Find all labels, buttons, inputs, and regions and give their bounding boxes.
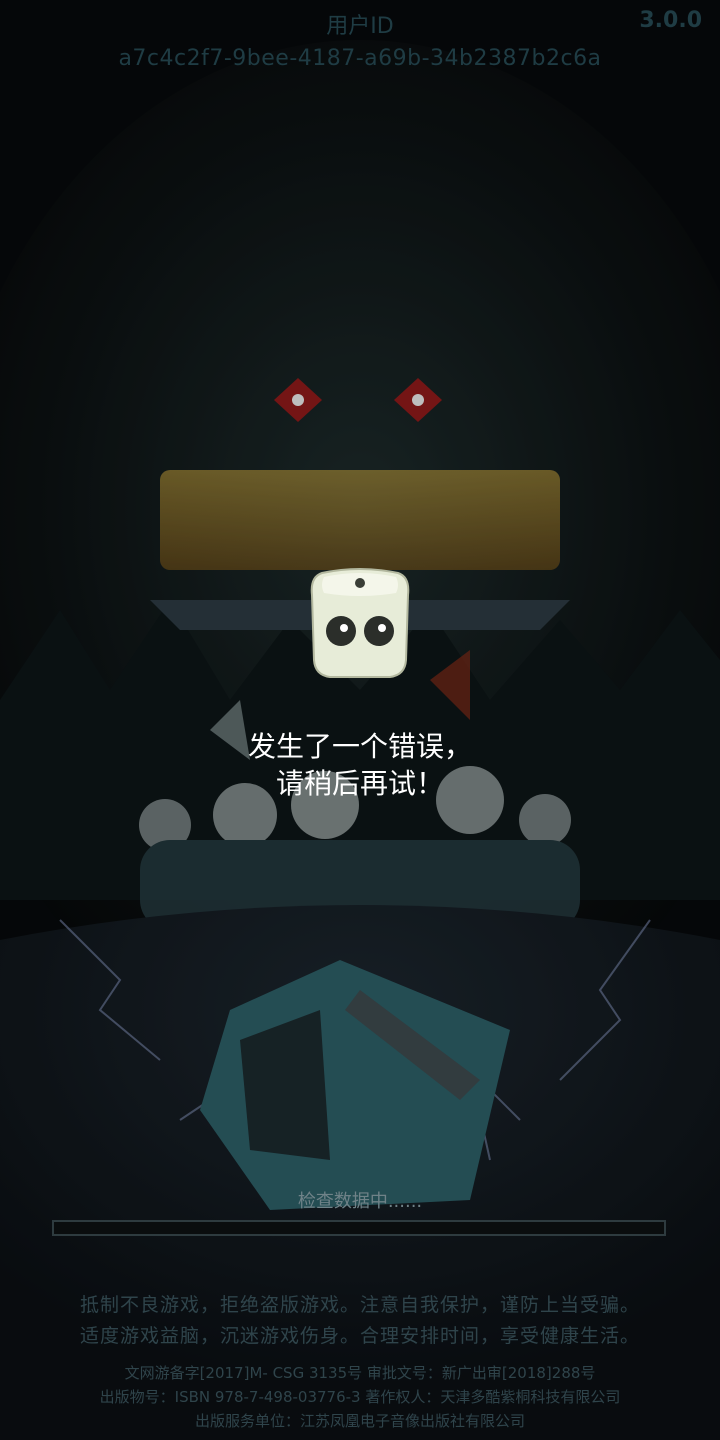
dice-mascot-icon xyxy=(310,568,410,678)
health-notice-line1: 抵制不良游戏，拒绝盗版游戏。注意自我保护，谨防上当受骗。 xyxy=(79,1294,640,1316)
health-notice-line2: 适度游戏益脑，沉迷游戏伤身。合理安排时间，享受健康生活。 xyxy=(79,1325,640,1347)
license-info-line1: 文网游备字[2017]M- CSG 3135号 审批文号：新广出审[2018]2… xyxy=(124,1364,596,1382)
version-label: 3.0.0 xyxy=(639,8,702,33)
user-id-label: 用户ID xyxy=(326,14,394,39)
loading-progress-bar xyxy=(52,1220,666,1236)
license-info-line3: 出版服务单位：江苏凤凰电子音像出版社有限公司 xyxy=(194,1412,525,1430)
error-dialog: 发生了一个错误， 请稍后再试！ xyxy=(180,560,540,800)
loading-status-text: 检查数据中...... xyxy=(297,1191,423,1212)
error-message-line1: 发生了一个错误， xyxy=(247,730,472,763)
error-message-line2: 请稍后再试！ xyxy=(275,767,444,800)
user-id-value: a7c4c2f7-9bee-4187-a69b-34b2387b2c6a xyxy=(118,46,602,71)
license-info-line2: 出版物号：ISBN 978-7-498-03776-3 著作权人：天津多酷紫桐科… xyxy=(99,1388,621,1406)
